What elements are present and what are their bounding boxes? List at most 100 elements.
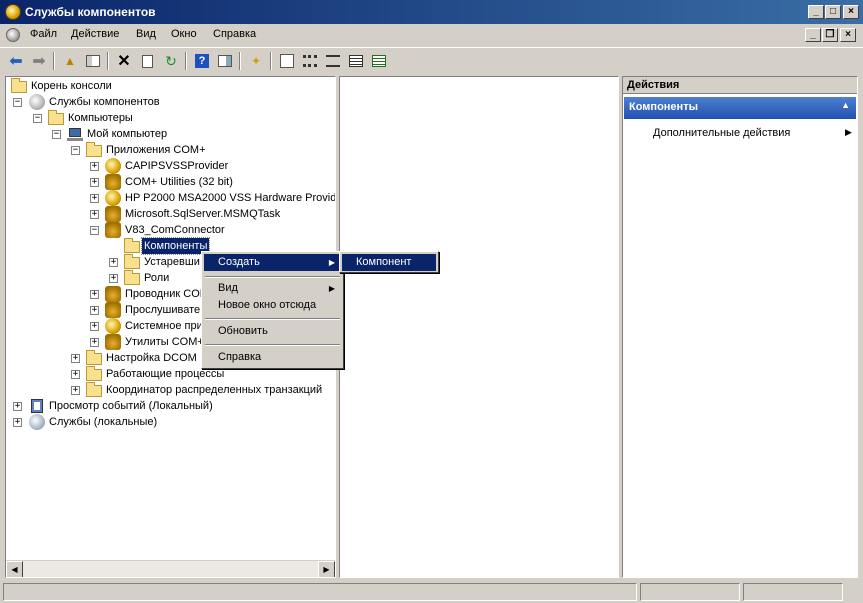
expand-icon[interactable]: + — [90, 194, 99, 203]
com-app-icon — [105, 302, 121, 318]
context-menu-create[interactable]: Создать ▶ — [204, 254, 341, 271]
maximize-button[interactable]: □ — [825, 5, 841, 19]
folder-icon — [124, 270, 140, 285]
collapse-icon[interactable]: − — [71, 146, 80, 155]
expand-icon[interactable]: + — [90, 322, 99, 331]
mdi-close-button[interactable]: × — [840, 28, 856, 42]
refresh-icon[interactable]: ↻ — [161, 51, 181, 71]
services-gear-icon — [29, 414, 45, 430]
expand-icon[interactable]: + — [71, 354, 80, 363]
menu-file[interactable]: Файл — [30, 28, 57, 40]
menu-separator — [205, 344, 340, 346]
submenu-component[interactable]: Компонент — [342, 254, 436, 271]
result-pane[interactable] — [339, 76, 619, 578]
status-cell — [640, 583, 740, 601]
new-item-icon[interactable]: ✦ — [246, 51, 266, 71]
submenu-arrow-icon: ▶ — [845, 127, 852, 137]
context-menu-help[interactable]: Справка — [204, 349, 341, 366]
expand-icon[interactable]: + — [90, 290, 99, 299]
delete-icon[interactable]: ✕ — [114, 51, 134, 71]
expand-icon[interactable]: + — [71, 370, 80, 379]
close-button[interactable]: × — [843, 5, 859, 19]
component-services-icon — [5, 4, 21, 20]
expand-icon[interactable]: + — [71, 386, 80, 395]
actions-header: Действия — [623, 77, 857, 94]
actions-group-components[interactable]: Компоненты ▲ — [624, 97, 856, 119]
toolbar-separator — [53, 52, 55, 70]
com-app-icon — [105, 206, 121, 222]
list-view-icon[interactable] — [323, 51, 343, 71]
folder-icon — [86, 366, 102, 381]
folder-icon — [124, 254, 140, 269]
small-icons-view-icon[interactable] — [300, 51, 320, 71]
folder-icon — [86, 350, 102, 365]
menu-window[interactable]: Окно — [171, 28, 197, 40]
folder-icon — [86, 382, 102, 397]
up-level-icon[interactable]: ▲ — [60, 51, 80, 71]
folder-icon — [48, 110, 64, 125]
expand-icon[interactable]: + — [109, 274, 118, 283]
collapse-icon[interactable]: − — [52, 130, 61, 139]
component-services-icon — [29, 94, 45, 110]
toolbar: ⬅ ➡ ▲ ✕ ↻ ? ✦ — [0, 47, 863, 73]
expand-icon[interactable]: + — [13, 418, 22, 427]
folder-icon — [86, 142, 102, 157]
context-menu: Создать ▶ Вид ▶ Новое окно отсюда Обнови… — [201, 251, 344, 369]
folder-icon — [124, 238, 140, 253]
show-action-pane-icon[interactable] — [215, 51, 235, 71]
detail-view-icon[interactable] — [346, 51, 366, 71]
tree-horizontal-scrollbar[interactable]: ◀ ▶ — [6, 560, 335, 577]
expand-icon[interactable]: + — [90, 338, 99, 347]
collapse-up-icon[interactable]: ▲ — [841, 100, 850, 110]
action-pane: Действия Компоненты ▲ Дополнительные дей… — [622, 76, 858, 578]
toolbar-separator — [185, 52, 187, 70]
collapse-icon[interactable]: − — [90, 226, 99, 235]
expand-icon[interactable]: + — [109, 258, 118, 267]
collapse-icon[interactable]: − — [33, 114, 42, 123]
export-list-icon[interactable] — [369, 51, 389, 71]
mmc-document-icon[interactable] — [6, 28, 20, 42]
com-app-icon — [105, 158, 121, 174]
computer-icon — [67, 127, 83, 143]
context-menu-view[interactable]: Вид ▶ — [204, 280, 341, 297]
menu-view[interactable]: Вид — [136, 28, 156, 40]
menu-separator — [205, 318, 340, 320]
com-app-icon — [105, 174, 121, 190]
expand-icon[interactable]: + — [90, 162, 99, 171]
status-bar — [0, 581, 863, 603]
actions-group-label: Компоненты — [629, 101, 698, 113]
expand-icon[interactable]: + — [90, 210, 99, 219]
menu-bar: Файл Действие Вид Окно Справка _ ❐ × — [0, 24, 863, 46]
com-app-icon — [105, 318, 121, 334]
expand-icon[interactable]: + — [13, 402, 22, 411]
collapse-icon[interactable]: − — [13, 98, 22, 107]
help-icon[interactable]: ? — [192, 51, 212, 71]
window-title: Службы компонентов — [25, 5, 156, 19]
properties-icon[interactable] — [137, 51, 157, 71]
toolbar-separator — [270, 52, 272, 70]
mdi-restore-button[interactable]: ❐ — [822, 28, 838, 42]
scroll-left-icon[interactable]: ◀ — [6, 561, 23, 577]
expand-icon[interactable]: + — [90, 306, 99, 315]
toolbar-separator — [239, 52, 241, 70]
toolbar-separator — [107, 52, 109, 70]
back-arrow-icon[interactable]: ⬅ — [6, 51, 26, 71]
more-actions-item[interactable]: Дополнительные действия — [653, 127, 790, 139]
menu-help[interactable]: Справка — [213, 28, 256, 40]
context-menu-new-window[interactable]: Новое окно отсюда — [204, 297, 341, 314]
scroll-right-icon[interactable]: ▶ — [318, 561, 335, 577]
menu-action[interactable]: Действие — [71, 28, 119, 40]
context-menu-refresh[interactable]: Обновить — [204, 323, 341, 340]
folder-icon — [11, 78, 27, 93]
create-submenu: Компонент — [339, 251, 439, 273]
expand-icon[interactable]: + — [90, 178, 99, 187]
submenu-arrow-icon: ▶ — [328, 258, 335, 267]
menu-separator — [205, 276, 340, 278]
show-hide-tree-icon[interactable] — [83, 51, 103, 71]
minimize-button[interactable]: _ — [808, 5, 824, 19]
status-cell-main — [3, 583, 637, 601]
event-viewer-icon — [29, 398, 45, 414]
forward-arrow-icon[interactable]: ➡ — [29, 51, 49, 71]
large-icons-view-icon[interactable] — [277, 51, 297, 71]
mdi-minimize-button[interactable]: _ — [805, 28, 821, 42]
